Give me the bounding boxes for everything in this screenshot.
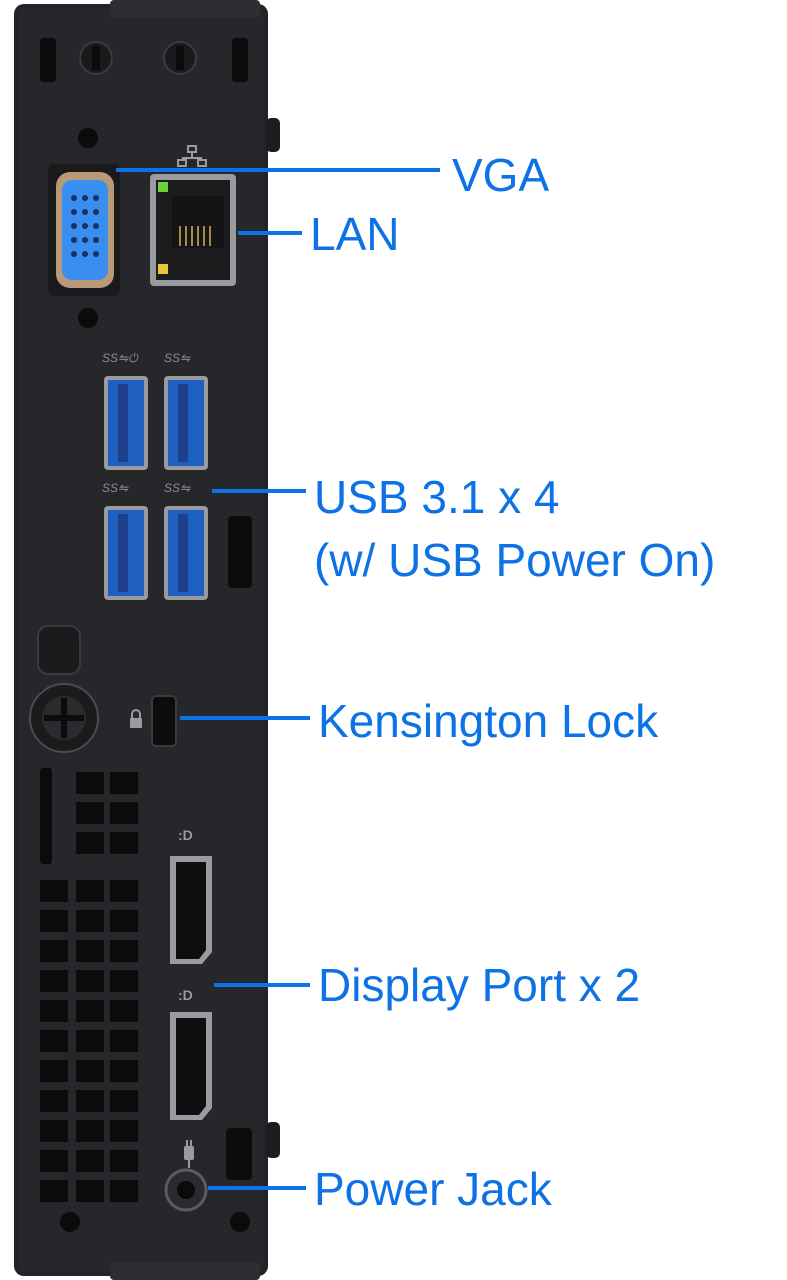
displayport-label: Display Port x 2 [318, 959, 641, 1011]
lan-label: LAN [310, 208, 400, 260]
vga-port [48, 164, 120, 296]
kensington-callout-line [180, 716, 310, 720]
power-callout-line [208, 1186, 306, 1190]
usb-port [164, 506, 208, 600]
usb-callout-line [212, 489, 306, 493]
power-jack-label: Power Jack [314, 1163, 552, 1215]
displayport-callout-line [214, 983, 310, 987]
svg-text:SS⇋: SS⇋ [102, 481, 129, 495]
usb-label-line1: USB 3.1 x 4 [314, 471, 560, 523]
kensington-label: Kensington Lock [318, 695, 659, 747]
vga-label: VGA [452, 149, 550, 201]
svg-text:SS⇋: SS⇋ [164, 481, 191, 495]
usb-label-line2: (w/ USB Power On) [314, 534, 716, 586]
lan-callout-line [238, 231, 302, 235]
usb-port [104, 506, 148, 600]
displayport-icon: :D [178, 987, 193, 1003]
usb-port [104, 376, 148, 470]
svg-text:SS⇋: SS⇋ [164, 351, 191, 365]
displayport-icon: :D [178, 827, 193, 843]
pc-rear-panel: SS⇋⏻ SS⇋ SS⇋ SS⇋:D:D [14, 0, 280, 1280]
vga-callout-line [116, 168, 440, 172]
svg-text:SS⇋⏻: SS⇋⏻ [102, 351, 139, 365]
usb-port [164, 376, 208, 470]
